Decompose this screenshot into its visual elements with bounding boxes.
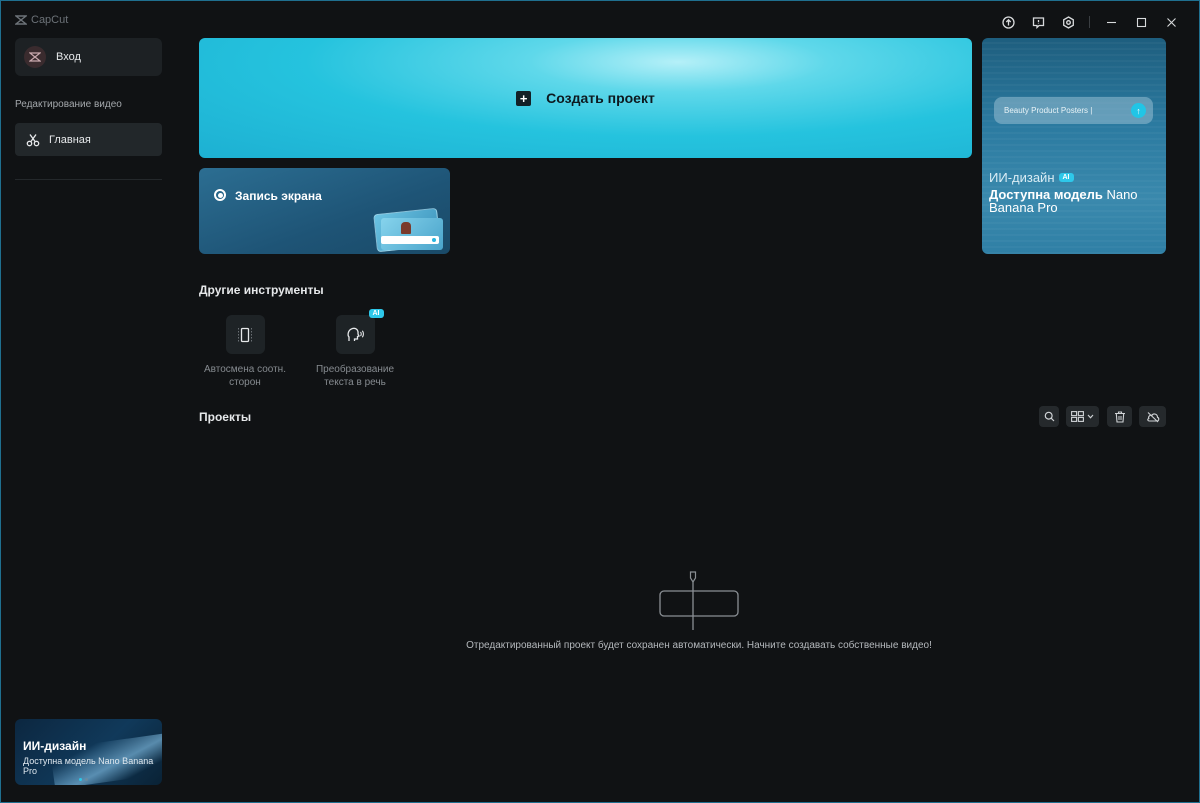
maximize-icon[interactable] xyxy=(1126,12,1156,32)
record-preview-bar xyxy=(381,236,439,244)
trash-icon xyxy=(1114,410,1125,423)
tool-auto-reframe[interactable]: Автосмена соотн. сторон xyxy=(195,315,295,389)
ai-card-title-row: ИИ-дизайн AI xyxy=(989,170,1074,185)
title-bar: CapCut xyxy=(0,0,1200,40)
empty-projects-illustration xyxy=(659,571,739,630)
search-icon xyxy=(1044,411,1054,422)
tool-ai-badge: AI xyxy=(368,309,384,318)
ai-badge: AI xyxy=(1058,173,1074,182)
upload-icon[interactable] xyxy=(993,12,1023,32)
record-preview-figure xyxy=(401,222,411,234)
screen-record-label: Запись экрана xyxy=(235,189,322,203)
record-icon xyxy=(214,189,226,201)
tool-auto-reframe-label: Автосмена соотн. сторон xyxy=(204,364,286,388)
sidebar: Вход Редактирование видео Главная ИИ-диз… xyxy=(0,0,176,803)
cloud-off-button[interactable] xyxy=(1139,406,1166,427)
avatar xyxy=(24,46,46,68)
record-preview-image-front xyxy=(381,218,443,250)
sidebar-divider xyxy=(15,179,162,180)
empty-projects-message: Отредактированный проект будет сохранен … xyxy=(466,640,932,651)
ai-card-texture xyxy=(982,38,1166,254)
close-icon[interactable] xyxy=(1156,12,1186,32)
tool-text-to-speech[interactable]: AI Преобразование текста в речь xyxy=(305,309,405,389)
ai-prompt-text: Beauty Product Posters xyxy=(1004,106,1089,115)
text-cursor: | xyxy=(1088,106,1093,115)
tool-text-to-speech-label: Преобразование текста в речь xyxy=(315,364,395,388)
promo-pagination xyxy=(79,778,88,781)
sidebar-item-home-label: Главная xyxy=(49,133,91,146)
promo-title: ИИ-дизайн xyxy=(23,739,87,753)
capcut-avatar-icon xyxy=(29,52,41,62)
ai-card-description: Доступна модель Nano Banana Pro xyxy=(989,188,1159,214)
login-button[interactable]: Вход xyxy=(15,38,162,76)
arrow-up-icon[interactable]: ↑ xyxy=(1131,103,1146,118)
settings-icon[interactable] xyxy=(1053,12,1083,32)
plus-icon: + xyxy=(516,90,532,106)
section-title-video-editing: Редактирование видео xyxy=(15,99,122,110)
projects-title: Проекты xyxy=(199,410,252,424)
feedback-icon[interactable] xyxy=(1023,12,1053,32)
text-to-speech-icon xyxy=(347,327,364,341)
scissors-icon xyxy=(26,133,40,146)
aspect-ratio-icon xyxy=(238,327,252,342)
ai-design-promo-card[interactable]: ИИ-дизайн Доступна модель Nano Banana Pr… xyxy=(15,719,162,785)
view-mode-dropdown[interactable] xyxy=(1066,406,1099,427)
minimize-icon[interactable] xyxy=(1096,12,1126,32)
tool-text-to-speech-icon-box: AI xyxy=(335,309,384,354)
ai-design-card[interactable]: Beauty Product Posters | ↑ ИИ-дизайн AI … xyxy=(982,38,1166,254)
project-search-button[interactable] xyxy=(1039,406,1059,427)
ai-card-title: ИИ-дизайн xyxy=(989,170,1055,185)
other-tools-title: Другие инструменты xyxy=(199,283,324,297)
sidebar-item-home[interactable]: Главная xyxy=(15,123,162,156)
create-project-label: Создать проект xyxy=(546,90,655,106)
tool-auto-reframe-icon-box xyxy=(225,315,265,354)
login-label: Вход xyxy=(56,51,81,63)
titlebar-separator xyxy=(1089,16,1090,28)
chevron-down-icon xyxy=(1087,414,1094,419)
cloud-off-icon xyxy=(1146,411,1159,422)
ai-prompt-field[interactable]: Beauty Product Posters | ↑ xyxy=(994,97,1153,124)
create-project-button[interactable]: + Создать проект xyxy=(199,38,972,158)
delete-projects-button[interactable] xyxy=(1107,406,1132,427)
grid-view-icon xyxy=(1071,411,1084,422)
screen-record-button[interactable]: Запись экрана xyxy=(199,168,450,254)
promo-subtitle: Доступна модель Nano Banana Pro xyxy=(23,756,154,776)
